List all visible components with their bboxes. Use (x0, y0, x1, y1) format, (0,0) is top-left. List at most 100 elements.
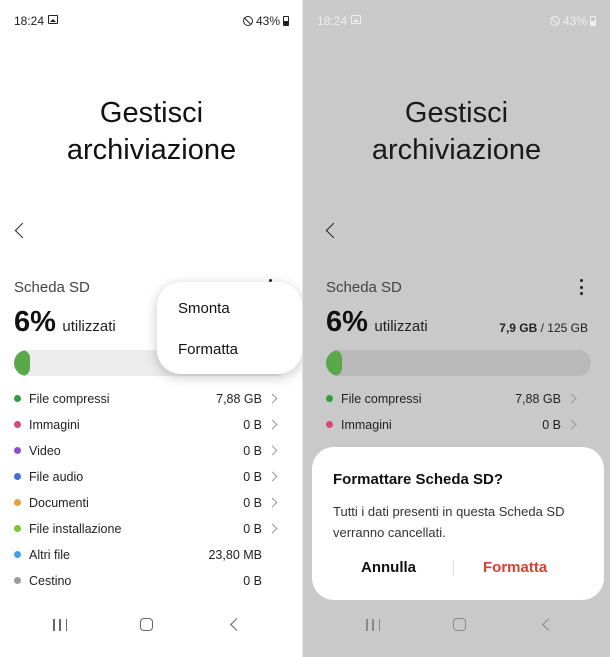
left-screen: 18:24 43% Gestisci archiviazione Scheda … (0, 0, 303, 657)
category-color-dot (14, 447, 21, 454)
menu-item-unmount[interactable]: Smonta (178, 300, 230, 317)
category-row[interactable]: Immagini 0 B (326, 415, 579, 435)
dialog-title: Formattare Scheda SD? (333, 471, 504, 488)
dnd-icon (549, 16, 560, 26)
chevron-right-icon (566, 393, 577, 404)
chevron-right-icon (267, 419, 278, 430)
chevron-right-icon (566, 419, 577, 430)
image-icon (351, 15, 361, 24)
category-size: 23,80 MB (208, 548, 262, 562)
category-size: 7,88 GB (515, 392, 561, 406)
category-row[interactable]: Video 0 B (14, 441, 280, 461)
nav-back-icon[interactable] (230, 618, 243, 631)
page-title-line2: archiviazione (371, 134, 542, 166)
category-size: 0 B (243, 470, 262, 484)
category-row[interactable]: Documenti 0 B (14, 493, 280, 513)
battery-icon (283, 16, 289, 26)
image-icon (48, 15, 58, 24)
category-color-dot (14, 499, 21, 506)
usage-label: utilizzati (62, 318, 116, 335)
category-color-dot (14, 525, 21, 532)
recents-icon[interactable] (53, 619, 67, 631)
status-time: 18:24 (317, 14, 348, 28)
status-right-group: 43% (549, 14, 596, 28)
capacity-text: 7,9 GB / 125 GB (499, 321, 588, 335)
page-title-line1: Gestisci (404, 97, 509, 129)
category-size: 0 B (542, 418, 561, 432)
usage-summary: 6% utilizzati (14, 306, 116, 339)
button-divider (453, 560, 454, 576)
dialog-message: Tutti i dati presenti in questa Scheda S… (333, 504, 565, 540)
usage-summary: 6% utilizzati (326, 306, 428, 339)
category-name: File audio (29, 470, 84, 484)
category-row[interactable]: Cestino 0 B (14, 571, 280, 591)
category-row[interactable]: File compressi 7,88 GB (14, 389, 280, 409)
category-row[interactable]: File compressi 7,88 GB (326, 389, 579, 409)
usage-percent: 6% (14, 306, 56, 338)
category-color-dot (14, 395, 21, 402)
chevron-right-icon (267, 497, 278, 508)
status-time: 18:24 (14, 14, 45, 28)
chevron-right-icon (267, 393, 278, 404)
status-right-group: 43% (242, 14, 289, 28)
menu-item-format[interactable]: Formatta (178, 341, 238, 358)
battery-percent: 43% (562, 14, 587, 28)
category-color-dot (326, 421, 333, 428)
category-size: 0 B (243, 496, 262, 510)
page-title-line1: Gestisci (99, 97, 204, 129)
category-size: 0 B (243, 522, 262, 536)
navigation-bar (303, 617, 610, 657)
page-title: Gestisci archiviazione (303, 95, 610, 169)
format-confirm-dialog: Formattare Scheda SD? Tutti i dati prese… (312, 447, 604, 600)
category-name: File compressi (341, 392, 422, 406)
category-name: File installazione (29, 522, 122, 536)
status-bar: 18:24 43% (14, 12, 289, 30)
category-name: Altri file (29, 548, 70, 562)
battery-percent: 43% (255, 14, 280, 28)
nav-back-icon[interactable] (542, 618, 555, 631)
category-color-dot (14, 421, 21, 428)
page-title: Gestisci archiviazione (0, 95, 303, 169)
category-row[interactable]: File audio 0 B (14, 467, 280, 487)
home-icon[interactable] (140, 618, 153, 631)
category-row[interactable]: File installazione 0 B (14, 519, 280, 539)
sd-card-label: Scheda SD (326, 279, 402, 296)
used-amount: 7,9 GB (499, 321, 538, 335)
category-name: Video (29, 444, 61, 458)
category-name: Immagini (341, 418, 392, 432)
category-row[interactable]: Altri file 23,80 MB (14, 545, 280, 565)
category-color-dot (14, 473, 21, 480)
page-title-line2: archiviazione (66, 134, 237, 166)
more-options-icon[interactable] (578, 279, 584, 295)
usage-bar-fill (326, 350, 342, 376)
category-row[interactable]: Immagini 0 B (14, 415, 280, 435)
category-size: 0 B (243, 418, 262, 432)
category-size: 7,88 GB (216, 392, 262, 406)
category-name: Documenti (29, 496, 89, 510)
options-popup-menu: Smonta Formatta (157, 282, 302, 374)
category-color-dot (14, 551, 21, 558)
chevron-right-icon (267, 471, 278, 482)
category-name: Immagini (29, 418, 80, 432)
status-bar: 18:24 43% (317, 12, 596, 30)
usage-percent: 6% (326, 306, 368, 338)
home-icon[interactable] (453, 618, 466, 631)
format-button[interactable]: Formatta (483, 559, 547, 576)
sd-card-label: Scheda SD (14, 279, 90, 296)
category-size: 0 B (243, 574, 262, 588)
category-color-dot (14, 577, 21, 584)
battery-icon (590, 16, 596, 26)
category-size: 0 B (243, 444, 262, 458)
back-arrow-icon[interactable] (12, 222, 32, 242)
usage-label: utilizzati (374, 318, 428, 335)
back-arrow-icon[interactable] (323, 222, 343, 242)
usage-bar (326, 350, 591, 376)
right-screen: 18:24 43% Gestisci archiviazione Scheda … (303, 0, 610, 657)
cancel-button[interactable]: Annulla (361, 559, 416, 576)
category-color-dot (326, 395, 333, 402)
chevron-right-icon (267, 523, 278, 534)
navigation-bar (0, 617, 303, 657)
category-name: Cestino (29, 574, 72, 588)
recents-icon[interactable] (366, 619, 380, 631)
chevron-right-icon (267, 445, 278, 456)
